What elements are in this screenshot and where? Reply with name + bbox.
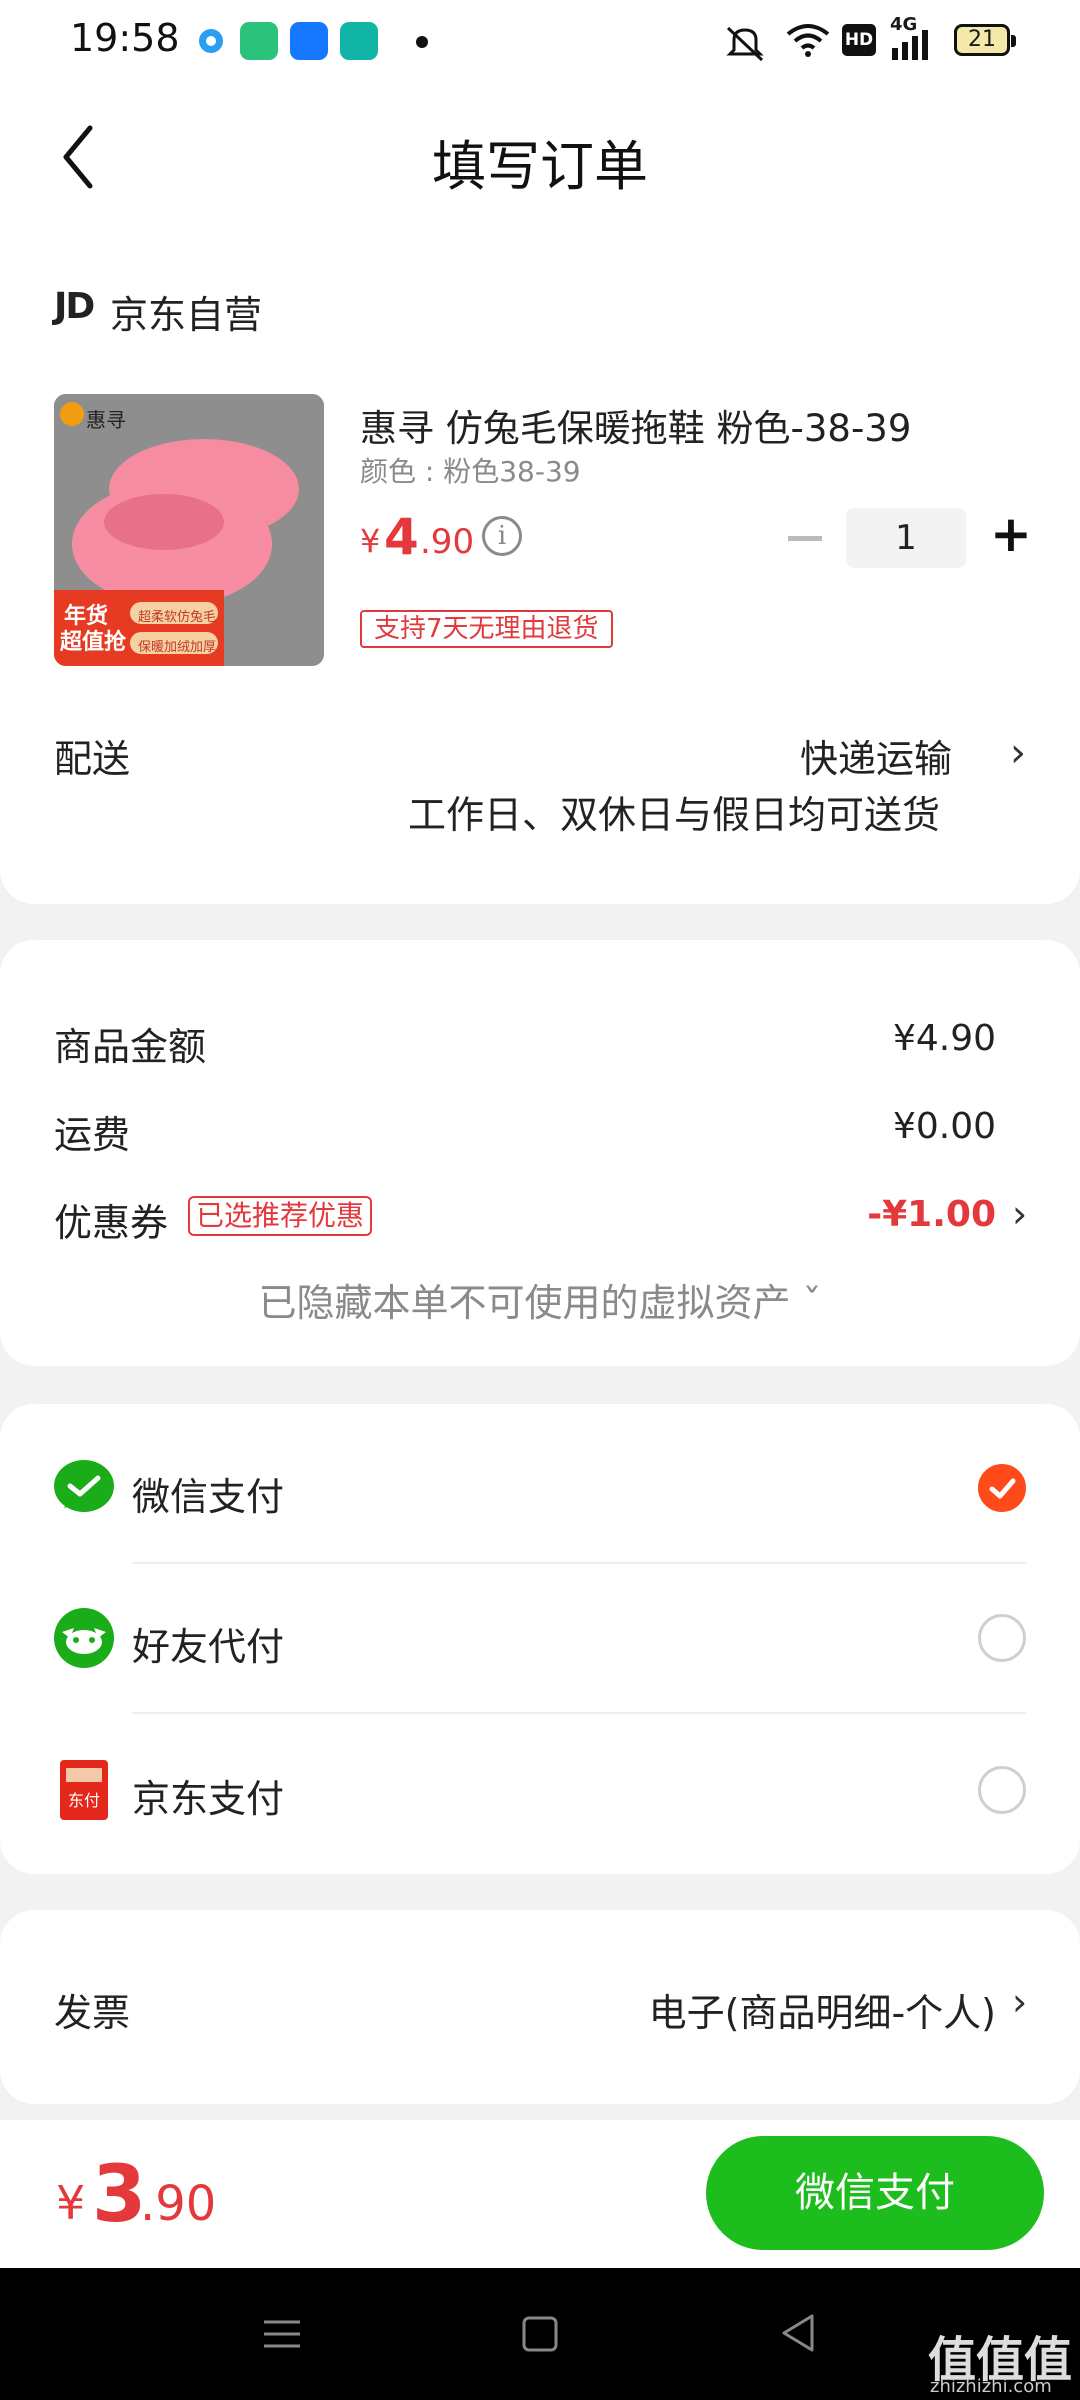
coupon-chevron-icon[interactable]: ›: [1012, 1192, 1027, 1236]
app-notification-icon: [192, 22, 230, 60]
invoice-chevron-icon[interactable]: ›: [1012, 1980, 1027, 2024]
shipping-label: 配送: [54, 737, 131, 781]
product-price-decimal: .90: [420, 522, 475, 562]
payment-radio[interactable]: [978, 1766, 1026, 1814]
product-image-brand: 惠寻: [86, 408, 126, 432]
product-image-promo: 超值抢: [60, 630, 127, 655]
shop-name[interactable]: 京东自营: [110, 284, 262, 339]
divider: [132, 1562, 1026, 1564]
back-nav-icon[interactable]: [778, 2312, 818, 2358]
app-notification-icon: [240, 22, 278, 60]
hidden-assets-toggle[interactable]: 已隐藏本单不可使用的虚拟资产 ˇ: [0, 1272, 1080, 1327]
payment-option-label[interactable]: 微信支付: [132, 1466, 284, 1521]
divider: [132, 1712, 1026, 1714]
product-price-currency: ¥: [360, 522, 381, 560]
battery-icon: 21: [954, 24, 1016, 56]
product-price-integer: 4: [384, 508, 419, 566]
payment-option-label[interactable]: 好友代付: [132, 1616, 284, 1671]
invoice-label: 发票: [54, 1991, 131, 2035]
product-title[interactable]: 惠寻 仿兔毛保暖拖鞋 粉色-38-39: [360, 398, 911, 452]
payment-option-label[interactable]: 京东支付: [132, 1768, 284, 1823]
goods-amount-label: 商品金额: [54, 1025, 207, 1069]
payment-radio-selected[interactable]: [978, 1464, 1026, 1512]
page-title: 填写订单: [432, 135, 648, 198]
return-policy-tag: 支持7天无理由退货: [360, 610, 613, 648]
coupon-recommended-tag: 已选推荐优惠: [188, 1196, 373, 1236]
product-image-promo: 超柔软仿兔毛: [138, 610, 217, 625]
friend-pay-icon: [54, 1608, 114, 1668]
shipping-method[interactable]: 快递运输: [800, 728, 952, 783]
price-info-icon[interactable]: i: [482, 516, 522, 556]
quantity-input[interactable]: 1: [846, 508, 966, 568]
home-icon[interactable]: [520, 2314, 560, 2358]
coupon-label: 优惠券: [54, 1201, 169, 1245]
menu-icon[interactable]: [262, 2314, 302, 2358]
watermark-url: zhizhizhi.com: [930, 2376, 1052, 2397]
shipping-note: 工作日、双休日与假日均可送货: [408, 793, 941, 837]
invoice-value[interactable]: 电子(商品明细-个人): [649, 1982, 996, 2037]
quantity-minus-button[interactable]: [788, 536, 822, 541]
jd-pay-icon: 东付: [54, 1760, 114, 1820]
quantity-plus-button[interactable]: +: [990, 509, 1032, 559]
total-currency: ¥: [56, 2176, 86, 2230]
product-spec: 颜色 : 粉色38-39: [360, 455, 581, 488]
shipping-chevron-icon[interactable]: ›: [1010, 730, 1026, 776]
hd-icon: HD: [842, 24, 876, 56]
goods-amount-value: ¥4.90: [892, 1018, 996, 1059]
total-decimal: .90: [140, 2176, 217, 2232]
status-time: 19:58: [70, 16, 180, 60]
coupon-value[interactable]: -¥1.00: [867, 1194, 996, 1235]
mute-icon: [720, 20, 770, 68]
payment-radio[interactable]: [978, 1614, 1026, 1662]
boss-notification-icon: [340, 22, 378, 60]
freight-value: ¥0.00: [892, 1106, 996, 1147]
total-integer: 3: [92, 2150, 147, 2240]
more-notifications-icon: [416, 36, 428, 48]
pay-button[interactable]: 微信支付: [706, 2136, 1044, 2250]
wechat-pay-icon: [54, 1458, 114, 1518]
jd-logo: JD: [54, 286, 95, 327]
product-image-promo: 保暖加绒加厚: [138, 640, 217, 655]
alipay-notification-icon: [290, 22, 328, 60]
svg-text:东付: 东付: [68, 1791, 100, 1810]
signal-icon: [892, 30, 936, 64]
freight-label: 运费: [54, 1113, 131, 1157]
wifi-icon: [784, 20, 832, 64]
